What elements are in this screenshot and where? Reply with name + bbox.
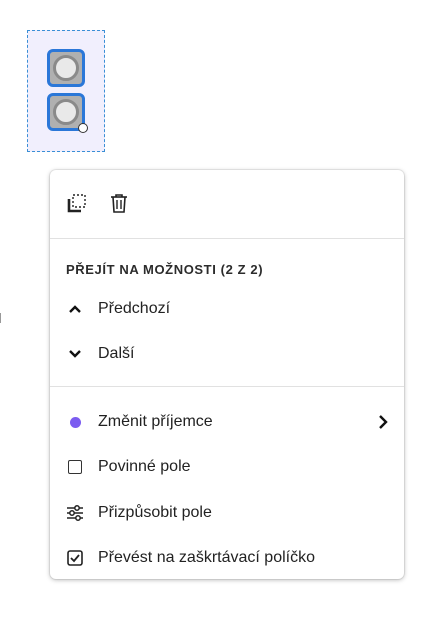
previous-option-item[interactable]: Předchozí xyxy=(50,292,404,326)
chevron-up-icon xyxy=(66,300,84,318)
selected-radio-field[interactable] xyxy=(27,30,105,152)
required-field-label: Povinné pole xyxy=(98,458,191,475)
chevron-right-icon xyxy=(379,415,388,429)
divider xyxy=(50,238,404,239)
menu-toolbar xyxy=(50,170,404,238)
chevron-down-icon xyxy=(66,345,84,363)
recipient-color-dot xyxy=(69,416,81,428)
convert-to-checkbox-item[interactable]: Převést na zaškrtávací políčko xyxy=(50,541,404,575)
convert-to-checkbox-label: Převést na zaškrtávací políčko xyxy=(98,549,315,566)
previous-option-label: Předchozí xyxy=(98,300,171,317)
field-context-menu: PŘEJÍT NA MOŽNOSTI (2 Z 2) Předchozí Dal… xyxy=(50,170,404,579)
divider xyxy=(50,386,404,387)
required-checkbox[interactable] xyxy=(68,460,82,474)
sliders-icon xyxy=(66,504,84,522)
checkbox-unchecked-icon xyxy=(66,458,84,476)
required-field-item[interactable]: Povinné pole xyxy=(50,450,404,484)
radio-circle-icon xyxy=(53,55,79,81)
change-recipient-label: Změnit příjemce xyxy=(98,413,213,430)
customize-field-label: Přizpůsobit pole xyxy=(98,504,212,521)
resize-handle[interactable] xyxy=(78,123,88,133)
trash-icon[interactable] xyxy=(108,192,130,214)
radio-circle-icon xyxy=(53,99,79,125)
checkbox-checked-icon xyxy=(66,549,84,567)
recipient-color-icon xyxy=(66,413,84,431)
duplicate-icon[interactable] xyxy=(66,192,88,214)
customize-field-item[interactable]: Přizpůsobit pole xyxy=(50,496,404,530)
next-option-label: Další xyxy=(98,345,135,362)
canvas-edge-mark xyxy=(0,313,4,323)
change-recipient-item[interactable]: Změnit příjemce xyxy=(50,405,404,439)
next-option-item[interactable]: Další xyxy=(50,337,404,371)
radio-option-1[interactable] xyxy=(47,49,85,87)
navigate-options-title: PŘEJÍT NA MOŽNOSTI (2 Z 2) xyxy=(66,262,264,277)
